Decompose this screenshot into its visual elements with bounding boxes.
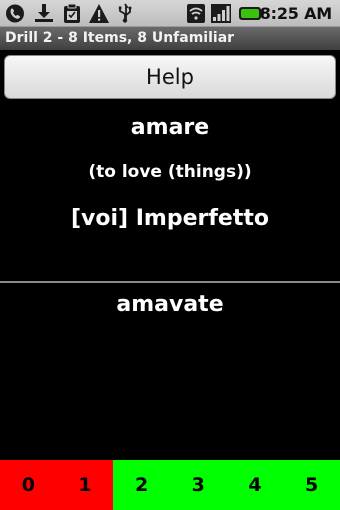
- wifi-icon: [187, 4, 205, 23]
- phone-icon: [6, 4, 24, 23]
- usb-icon: [118, 3, 132, 23]
- title-bar: Drill 2 - 8 Items, 8 Unfamiliar: [0, 27, 340, 50]
- rating-button-5[interactable]: 5: [283, 460, 340, 510]
- clipboard-icon: [64, 3, 80, 23]
- help-button[interactable]: Help: [4, 55, 336, 99]
- divider: [0, 281, 340, 283]
- verb-meaning: (to love (things)): [88, 162, 252, 182]
- answer-text: amavate: [116, 292, 224, 317]
- rating-button-4[interactable]: 4: [226, 460, 284, 510]
- drill-title: Drill 2 - 8 Items, 8 Unfamiliar: [5, 30, 235, 46]
- status-bar: 8:25 AM: [0, 0, 340, 27]
- signal-icon: [211, 4, 231, 23]
- warning-icon: [89, 4, 109, 23]
- person-tense: [voi] Imperfetto: [70, 206, 270, 231]
- download-icon: [35, 4, 53, 22]
- rating-button-1[interactable]: 1: [56, 460, 114, 510]
- rating-button-3[interactable]: 3: [169, 460, 227, 510]
- verb-infinitive: amare: [130, 115, 210, 140]
- clock: 8:25 AM: [259, 4, 332, 23]
- rating-button-2[interactable]: 2: [113, 460, 170, 510]
- rating-button-0[interactable]: 0: [0, 460, 57, 510]
- rating-bar: 0 1 2 3 4 5: [0, 460, 340, 510]
